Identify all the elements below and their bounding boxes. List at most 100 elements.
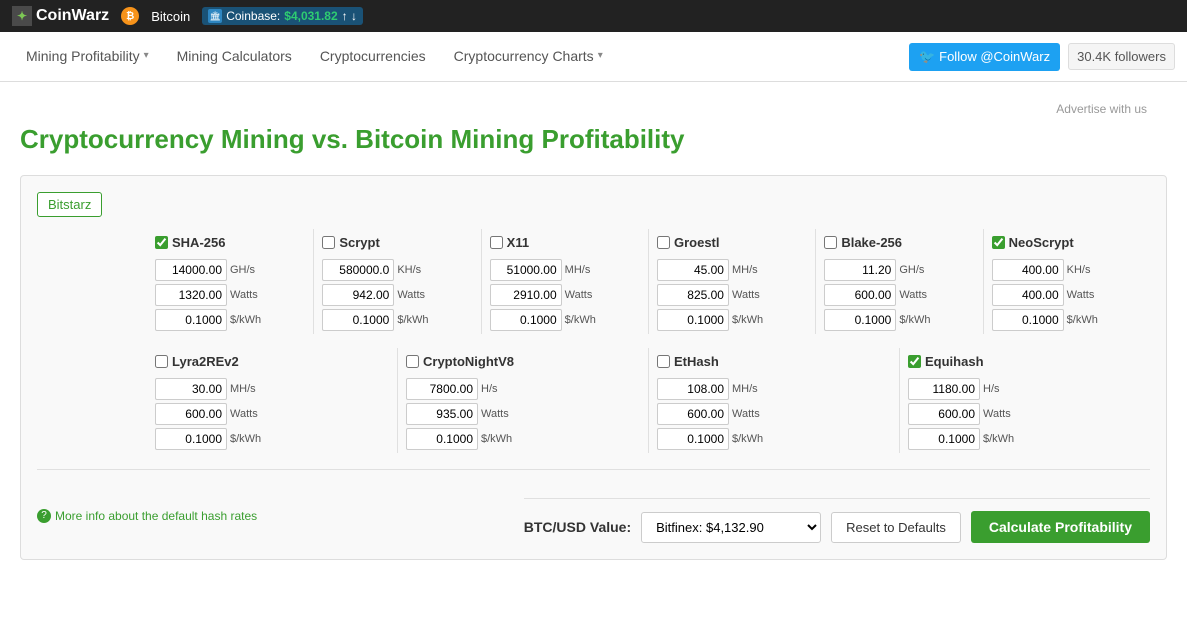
algo-name-row-1: Scrypt <box>322 229 472 255</box>
cost-input-10[interactable] <box>155 428 227 450</box>
watts-unit-11: Watts <box>481 408 509 420</box>
hashrate-unit-5: KH/s <box>1067 264 1095 276</box>
algo-block-scrypt: ScryptKH/sWatts$/kWh <box>314 229 481 334</box>
reset-button[interactable]: Reset to Defaults <box>831 512 961 543</box>
watts-input-0[interactable] <box>155 284 227 306</box>
watts-row-2: Watts <box>490 284 640 306</box>
watts-unit-10: Watts <box>230 408 258 420</box>
algo-name-label-3: Groestl <box>674 235 720 250</box>
hashrate-unit-10: MH/s <box>230 383 258 395</box>
watts-input-2[interactable] <box>490 284 562 306</box>
cost-unit-0: $/kWh <box>230 314 261 326</box>
algo-name-row-12: EtHash <box>657 348 891 374</box>
hashrate-unit-1: KH/s <box>397 264 425 276</box>
price-arrow: ↑ ↓ <box>342 9 357 23</box>
btc-usd-select[interactable]: Bitfinex: $4,132.90 <box>641 512 821 543</box>
hashrate-input-12[interactable] <box>657 378 729 400</box>
hashrate-input-3[interactable] <box>657 259 729 281</box>
algo-name-row-3: Groestl <box>657 229 807 255</box>
hashrate-input-13[interactable] <box>908 378 980 400</box>
algo-checkbox-blake-256[interactable] <box>824 236 837 249</box>
watts-row-10: Watts <box>155 403 389 425</box>
cost-unit-12: $/kWh <box>732 433 763 445</box>
nav-mining-profitability-label: Mining Profitability <box>26 48 140 64</box>
cost-input-0[interactable] <box>155 309 227 331</box>
watts-input-13[interactable] <box>908 403 980 425</box>
coinbase-info: 🏛 Coinbase: $4,031.82 ↑ ↓ <box>202 7 363 25</box>
cost-input-2[interactable] <box>490 309 562 331</box>
algo-checkbox-sha-256[interactable] <box>155 236 168 249</box>
hashrate-input-0[interactable] <box>155 259 227 281</box>
algo-name-label-2: X11 <box>507 235 529 250</box>
algo-name-label-5: NeoScrypt <box>1009 235 1074 250</box>
hashrate-input-1[interactable] <box>322 259 394 281</box>
watts-input-12[interactable] <box>657 403 729 425</box>
nav-crypto-charts-label: Cryptocurrency Charts <box>454 48 594 64</box>
algo-checkbox-ethash[interactable] <box>657 355 670 368</box>
hashrate-unit-13: H/s <box>983 383 1011 395</box>
algo-checkbox-groestl[interactable] <box>657 236 670 249</box>
cost-input-12[interactable] <box>657 428 729 450</box>
watts-input-4[interactable] <box>824 284 896 306</box>
algo-checkbox-equihash[interactable] <box>908 355 921 368</box>
hashrate-input-5[interactable] <box>992 259 1064 281</box>
left-spacer <box>37 229 147 334</box>
twitter-btn-label: Follow @CoinWarz <box>939 49 1050 64</box>
bitcoin-label: Bitcoin <box>151 9 190 24</box>
cost-input-1[interactable] <box>322 309 394 331</box>
nav-mining-calculators[interactable]: Mining Calculators <box>163 32 306 81</box>
nav-mining-profitability[interactable]: Mining Profitability ▾ <box>12 32 163 81</box>
watts-input-11[interactable] <box>406 403 478 425</box>
cost-input-4[interactable] <box>824 309 896 331</box>
followers-badge: 30.4K followers <box>1068 43 1175 70</box>
algo-name-row-10: Lyra2REv2 <box>155 348 389 374</box>
hashrate-row-5: KH/s <box>992 259 1142 281</box>
cost-input-3[interactable] <box>657 309 729 331</box>
algo-checkbox-cryptonightv8[interactable] <box>406 355 419 368</box>
nav-cryptocurrencies[interactable]: Cryptocurrencies <box>306 32 440 81</box>
watts-input-1[interactable] <box>322 284 394 306</box>
hashrate-unit-4: GH/s <box>899 264 927 276</box>
watts-input-5[interactable] <box>992 284 1064 306</box>
algo-name-row-0: SHA-256 <box>155 229 305 255</box>
cost-row-2: $/kWh <box>490 309 640 331</box>
algos-row2-wrapper: Lyra2REv2MH/sWatts$/kWhCryptoNightV8H/sW… <box>147 348 1150 453</box>
twitter-follow-button[interactable]: 🐦 Follow @CoinWarz <box>909 43 1060 71</box>
cost-row-10: $/kWh <box>155 428 389 450</box>
help-link[interactable]: ? More info about the default hash rates <box>37 509 257 523</box>
algo-name-row-13: Equihash <box>908 348 1142 374</box>
algo-name-label-13: Equihash <box>925 354 984 369</box>
cost-unit-10: $/kWh <box>230 433 261 445</box>
algo-checkbox-lyra2rev2[interactable] <box>155 355 168 368</box>
left-spacer-2 <box>37 348 147 453</box>
watts-input-10[interactable] <box>155 403 227 425</box>
watts-input-3[interactable] <box>657 284 729 306</box>
cost-unit-11: $/kWh <box>481 433 512 445</box>
hashrate-input-2[interactable] <box>490 259 562 281</box>
nav-cryptocurrencies-label: Cryptocurrencies <box>320 48 426 64</box>
main-content: Advertise with us Cryptocurrency Mining … <box>0 82 1187 580</box>
cost-input-11[interactable] <box>406 428 478 450</box>
navbar: Mining Profitability ▾ Mining Calculator… <box>0 32 1187 82</box>
advertise-text: Advertise with us <box>20 102 1147 116</box>
cost-row-4: $/kWh <box>824 309 974 331</box>
bitstarz-button[interactable]: Bitstarz <box>37 192 102 217</box>
algo-checkbox-x11[interactable] <box>490 236 503 249</box>
calculate-button[interactable]: Calculate Profitability <box>971 511 1150 543</box>
cost-row-12: $/kWh <box>657 428 891 450</box>
hashrate-input-11[interactable] <box>406 378 478 400</box>
nav-crypto-charts[interactable]: Cryptocurrency Charts ▾ <box>440 32 617 81</box>
algo-block-neoscrypt: NeoScryptKH/sWatts$/kWh <box>984 229 1150 334</box>
nav-right: 🐦 Follow @CoinWarz 30.4K followers <box>909 43 1175 71</box>
hashrate-input-4[interactable] <box>824 259 896 281</box>
algo-checkbox-neoscrypt[interactable] <box>992 236 1005 249</box>
algo-name-label-0: SHA-256 <box>172 235 225 250</box>
algo-checkbox-scrypt[interactable] <box>322 236 335 249</box>
watts-row-3: Watts <box>657 284 807 306</box>
nav-links: Mining Profitability ▾ Mining Calculator… <box>12 32 617 81</box>
twitter-icon: 🐦 <box>919 49 935 65</box>
cost-row-0: $/kWh <box>155 309 305 331</box>
cost-input-13[interactable] <box>908 428 980 450</box>
cost-input-5[interactable] <box>992 309 1064 331</box>
hashrate-input-10[interactable] <box>155 378 227 400</box>
